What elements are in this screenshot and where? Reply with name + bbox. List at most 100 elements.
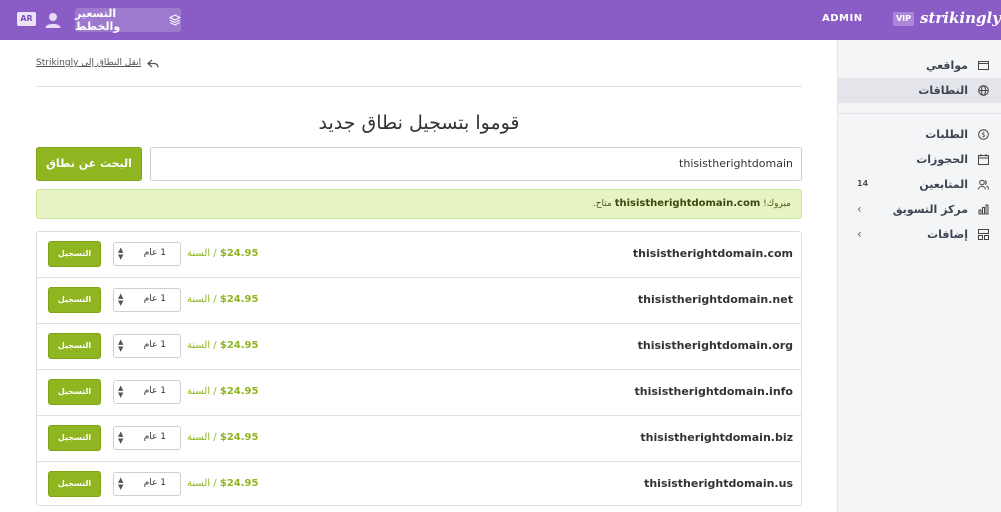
- price-per: / السنة: [187, 478, 217, 489]
- up-down-arrows-icon: ▲ ▼: [118, 292, 124, 307]
- sidebar-item-label: الحجوزات: [916, 153, 968, 166]
- register-button[interactable]: التسجيل: [48, 425, 101, 451]
- period-select[interactable]: ▲ ▼ 1 عام: [113, 426, 181, 450]
- period-value: 1 عام: [143, 432, 166, 442]
- domain-name: thisistherightdomain.org: [637, 339, 793, 352]
- domain-row: thisistherightdomain.biz $24.95 / السنة …: [37, 416, 801, 462]
- period-value: 1 عام: [143, 248, 166, 258]
- sidebar-item-followers[interactable]: 14 المتابعين: [838, 172, 1001, 197]
- period-value: 1 عام: [143, 478, 166, 488]
- domain-row: thisistherightdomain.com $24.95 / السنة …: [37, 232, 801, 278]
- admin-link[interactable]: ADMIN: [822, 13, 863, 24]
- followers-count: 14: [857, 179, 869, 188]
- sidebar-item-label: الطلبات: [925, 128, 968, 141]
- register-button[interactable]: التسجيل: [48, 241, 101, 267]
- period-select[interactable]: ▲ ▼ 1 عام: [113, 242, 181, 266]
- price-amount: $24.95: [219, 478, 259, 489]
- svg-text:$: $: [981, 131, 985, 139]
- bar-chart-icon: [978, 204, 989, 215]
- browser-icon: [978, 61, 989, 70]
- register-button[interactable]: التسجيل: [48, 287, 101, 313]
- domain-search-input[interactable]: thisistherightdomain: [150, 147, 802, 181]
- domain-name: thisistherightdomain.biz: [640, 431, 793, 444]
- alert-domain: thisistherightdomain.com: [614, 198, 761, 209]
- calendar-icon: [978, 154, 989, 165]
- domain-results-list: thisistherightdomain.com $24.95 / السنة …: [36, 231, 802, 506]
- price-per: / السنة: [187, 340, 217, 351]
- strikingly-logo[interactable]: strikingly: [920, 9, 1001, 27]
- alert-suffix: متاح.: [592, 199, 612, 209]
- up-down-arrows-icon: ▲ ▼: [118, 476, 124, 491]
- price-per: / السنة: [187, 294, 217, 305]
- globe-icon: [978, 85, 989, 96]
- sidebar-item-label: النطاقات: [918, 84, 968, 97]
- page-title: قوموا بتسجيل نطاق جديد: [318, 112, 520, 134]
- sidebar-item-addons[interactable]: ‹ إضافات: [838, 222, 1001, 247]
- language-switch[interactable]: AR: [17, 12, 36, 26]
- domain-row: thisistherightdomain.net $24.95 / السنة …: [37, 278, 801, 324]
- divider: [36, 86, 802, 87]
- period-select[interactable]: ▲ ▼ 1 عام: [113, 380, 181, 404]
- price-amount: $24.95: [219, 386, 259, 397]
- price-amount: $24.95: [219, 432, 259, 443]
- sidebar-item-label: مواقعي: [925, 59, 968, 72]
- up-down-arrows-icon: ▲ ▼: [118, 430, 124, 445]
- sidebar-item-domains[interactable]: النطاقات: [838, 78, 1001, 103]
- chevron-left-icon: ‹: [857, 227, 862, 241]
- domain-price: $24.95 / السنة: [187, 478, 258, 489]
- up-down-arrows-icon: ▲ ▼: [118, 246, 124, 261]
- reply-arrow-icon[interactable]: [147, 58, 159, 70]
- period-select[interactable]: ▲ ▼ 1 عام: [113, 288, 181, 312]
- domain-price: $24.95 / السنة: [187, 432, 258, 443]
- domain-name: thisistherightdomain.com: [632, 247, 793, 260]
- vip-badge: VIP: [893, 12, 914, 26]
- price-per: / السنة: [187, 248, 217, 259]
- period-value: 1 عام: [143, 340, 166, 350]
- period-select[interactable]: ▲ ▼ 1 عام: [113, 334, 181, 358]
- sidebar-item-label: المتابعين: [919, 178, 968, 191]
- domain-price: $24.95 / السنة: [187, 386, 258, 397]
- period-value: 1 عام: [143, 386, 166, 396]
- availability-alert: مبروك! thisistherightdomain.com متاح.: [36, 189, 802, 219]
- top-bar: AR التسعير والخطط ADMIN VIP strikingly: [0, 0, 1001, 40]
- sidebar-item-my-sites[interactable]: مواقعي: [838, 53, 1001, 78]
- dollar-circle-icon: $: [978, 129, 989, 140]
- chevron-left-icon: ‹: [857, 202, 862, 216]
- search-domain-button[interactable]: البحث عن نطاق: [36, 147, 142, 181]
- domain-price: $24.95 / السنة: [187, 294, 258, 305]
- layers-icon: [169, 14, 181, 26]
- domain-price: $24.95 / السنة: [187, 340, 258, 351]
- sidebar: مواقعي النطاقات الطلبات $ الحجوزات 14 ال…: [837, 40, 1001, 512]
- pricing-plans-button[interactable]: التسعير والخطط: [75, 7, 181, 33]
- price-amount: $24.95: [219, 294, 259, 305]
- availability-message: مبروك! thisistherightdomain.com متاح.: [593, 198, 791, 209]
- price-per: / السنة: [187, 386, 217, 397]
- transfer-domain-link[interactable]: انقل النطاق إلى Strikingly: [36, 58, 141, 68]
- domain-name: thisistherightdomain.net: [637, 293, 793, 306]
- domain-row: thisistherightdomain.org $24.95 / السنة …: [37, 324, 801, 370]
- domain-name: thisistherightdomain.info: [634, 385, 793, 398]
- sidebar-item-orders[interactable]: الطلبات $: [838, 122, 1001, 147]
- period-select[interactable]: ▲ ▼ 1 عام: [113, 472, 181, 496]
- period-value: 1 عام: [143, 294, 166, 304]
- domain-row: thisistherightdomain.info $24.95 / السنة…: [37, 370, 801, 416]
- price-per: / السنة: [187, 432, 217, 443]
- domain-name: thisistherightdomain.us: [644, 477, 793, 490]
- pricing-plans-label: التسعير والخطط: [75, 7, 121, 33]
- sidebar-item-marketing-center[interactable]: ‹ مركز التسويق: [838, 197, 1001, 222]
- users-icon: [978, 179, 989, 190]
- up-down-arrows-icon: ▲ ▼: [118, 384, 124, 399]
- domain-row: thisistherightdomain.us $24.95 / السنة ▲…: [37, 462, 801, 508]
- apps-icon: [978, 229, 989, 240]
- register-button[interactable]: التسجيل: [48, 379, 101, 405]
- register-button[interactable]: التسجيل: [48, 333, 101, 359]
- price-amount: $24.95: [219, 340, 259, 351]
- alert-prefix: مبروك!: [763, 199, 791, 209]
- user-icon[interactable]: [44, 11, 62, 29]
- up-down-arrows-icon: ▲ ▼: [118, 338, 124, 353]
- register-button[interactable]: التسجيل: [48, 471, 101, 497]
- sidebar-item-bookings[interactable]: الحجوزات: [838, 147, 1001, 172]
- sidebar-divider: [838, 113, 1001, 114]
- sidebar-item-label: إضافات: [927, 228, 968, 241]
- sidebar-item-label: مركز التسويق: [892, 203, 968, 216]
